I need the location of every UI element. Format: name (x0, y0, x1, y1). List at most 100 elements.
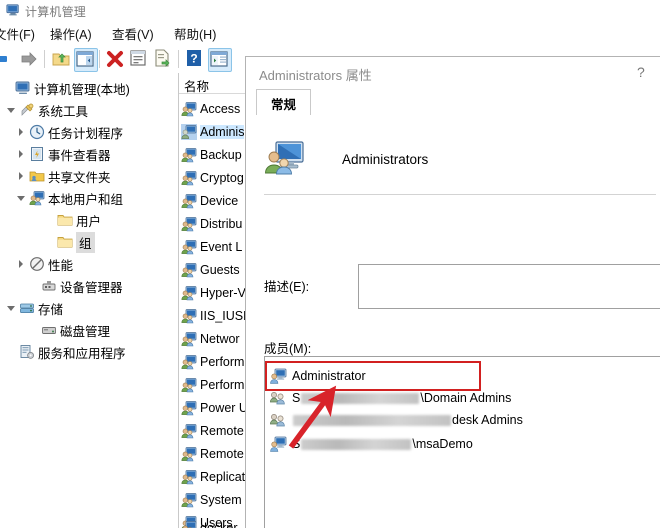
dialog-titlebar: Administrators 属性 ? (246, 57, 660, 89)
console-tree[interactable]: 计算机管理(本地) 系统工具 任务计划程序 事件查看器 共享文件夹 本地用户和组… (0, 73, 179, 528)
show-action-pane-icon[interactable] (208, 48, 232, 72)
help-icon[interactable]: ? (184, 48, 206, 70)
list-column-header[interactable]: 名称 (179, 73, 254, 94)
description-input[interactable] (358, 264, 660, 309)
list-item[interactable]: Networ (181, 327, 240, 350)
list-item[interactable]: Access (181, 97, 240, 120)
list-item[interactable]: Distribu (181, 212, 242, 235)
list-item[interactable]: Adminis (181, 120, 245, 143)
chevron-down-icon[interactable] (16, 192, 28, 204)
help-question-icon[interactable]: ? (637, 64, 645, 80)
members-label: 成员(M): (264, 342, 312, 356)
dialog-body: Administrators 描述(E): 成员(M): Administrat… (246, 115, 660, 528)
list-item[interactable]: Power U (181, 396, 248, 419)
list-item-label: Perform (200, 377, 245, 392)
tree-item-storage[interactable]: 存储 (6, 297, 63, 319)
group-icon (181, 308, 197, 324)
group-icon (181, 377, 197, 393)
tree-item-device-manager[interactable]: 设备管理器 (28, 275, 123, 297)
member-name: S \Domain Admins (292, 391, 511, 405)
list-item-label: Backup (200, 147, 242, 162)
group-icon (270, 412, 287, 428)
member-name: Administrator (292, 369, 366, 383)
menubar: 文件(F) 操作(A) 查看(V) 帮助(H) (0, 20, 660, 45)
back-icon[interactable] (0, 48, 16, 70)
tree-item-services-and-applications[interactable]: 服务和应用程序 (6, 341, 126, 363)
window-titlebar: 计算机管理 (0, 0, 660, 20)
properties-icon[interactable] (128, 48, 150, 70)
window-title: 计算机管理 (25, 5, 87, 19)
chevron-right-icon[interactable] (16, 126, 28, 138)
dialog-title: Administrators 属性 (259, 68, 372, 83)
computer-management-icon (6, 3, 20, 17)
tree-item-computer-management[interactable]: 计算机管理(本地) (2, 77, 130, 99)
list-item[interactable]: Perform (181, 373, 244, 396)
chevron-right-icon[interactable] (16, 258, 28, 270)
chevron-right-icon[interactable] (16, 170, 28, 182)
list-item[interactable]: Remote (181, 442, 244, 465)
groups-list-pane[interactable]: 名称 Access Adminis Backup Cryptog Device … (179, 73, 254, 528)
member-name-prefix: S (292, 391, 301, 405)
chevron-down-icon[interactable] (6, 302, 18, 314)
group-icon (181, 423, 197, 439)
group-header: Administrators (264, 136, 644, 184)
menu-view[interactable]: 查看(V) (112, 24, 154, 43)
group-icon (181, 193, 197, 209)
member-row[interactable]: S \Domain Admins (270, 387, 511, 409)
redacted-block (293, 414, 451, 426)
tree-item-task-scheduler[interactable]: 任务计划程序 (16, 121, 123, 143)
tree-item-disk-management[interactable]: 磁盘管理 (28, 319, 110, 341)
tree-item-label: 本地用户和组 (48, 192, 124, 207)
list-item[interactable]: System (181, 488, 242, 511)
tree-item-event-viewer[interactable]: 事件查看器 (16, 143, 111, 165)
tree-item-label: 用户 (76, 214, 102, 229)
dialog-tabstrip: 常规 (256, 89, 660, 116)
tree-item-shared-folders[interactable]: 共享文件夹 (16, 165, 111, 187)
menu-file[interactable]: 文件(F) (0, 24, 35, 43)
forward-icon[interactable] (18, 48, 40, 70)
tab-general[interactable]: 常规 (256, 89, 312, 116)
tree-item-system-tools[interactable]: 系统工具 (6, 99, 88, 121)
user-icon (270, 368, 287, 384)
tree-item-label: 计算机管理(本地) (34, 82, 130, 97)
list-item[interactable]: Replicat (181, 465, 245, 488)
list-item[interactable]: docker- (181, 516, 242, 528)
show-hide-tree-icon[interactable] (74, 48, 98, 72)
chevron-right-icon[interactable] (16, 148, 28, 160)
list-item[interactable]: Perform (181, 350, 244, 373)
tree-item-users[interactable]: 用户 (44, 209, 101, 231)
group-icon (181, 469, 197, 485)
group-icon (181, 216, 197, 232)
tree-item-local-users-and-groups[interactable]: 本地用户和组 (16, 187, 123, 209)
export-list-icon[interactable] (152, 48, 174, 70)
list-item[interactable]: Remote (181, 419, 244, 442)
delete-icon[interactable] (104, 48, 126, 70)
member-row[interactable]: Administrator (270, 365, 366, 387)
member-name-suffix: \msaDemo (412, 437, 473, 451)
list-item-label: Remote (200, 423, 244, 438)
menu-help[interactable]: 帮助(H) (174, 24, 216, 43)
chevron-down-icon[interactable] (6, 104, 18, 116)
svg-text:?: ? (190, 52, 197, 66)
list-item[interactable]: Hyper-V (181, 281, 246, 304)
performance-icon (29, 256, 45, 272)
group-icon (181, 400, 197, 416)
list-item[interactable]: Cryptog (181, 166, 244, 189)
list-item[interactable]: Event L (181, 235, 242, 258)
member-row[interactable]: desk Admins (270, 409, 523, 431)
members-listbox[interactable]: Administrator S \Domain Admins desk Admi… (264, 356, 660, 528)
menu-action[interactable]: 操作(A) (50, 24, 92, 43)
column-header-name: 名称 (184, 80, 210, 94)
member-row-highlighted[interactable]: S \msaDemo (270, 433, 473, 455)
tree-item-performance[interactable]: 性能 (16, 253, 73, 275)
tree-item-label: 任务计划程序 (48, 126, 124, 141)
chevron-none-icon (28, 324, 40, 336)
list-item-label: Guests (200, 262, 240, 277)
list-item[interactable]: IIS_IUSR (181, 304, 252, 327)
list-item[interactable]: Device (181, 189, 238, 212)
up-folder-icon[interactable] (50, 48, 72, 70)
list-item[interactable]: Backup (181, 143, 242, 166)
list-item[interactable]: Guests (181, 258, 240, 281)
tree-item-groups[interactable]: 组 (44, 231, 95, 253)
chevron-none-icon (44, 236, 56, 248)
